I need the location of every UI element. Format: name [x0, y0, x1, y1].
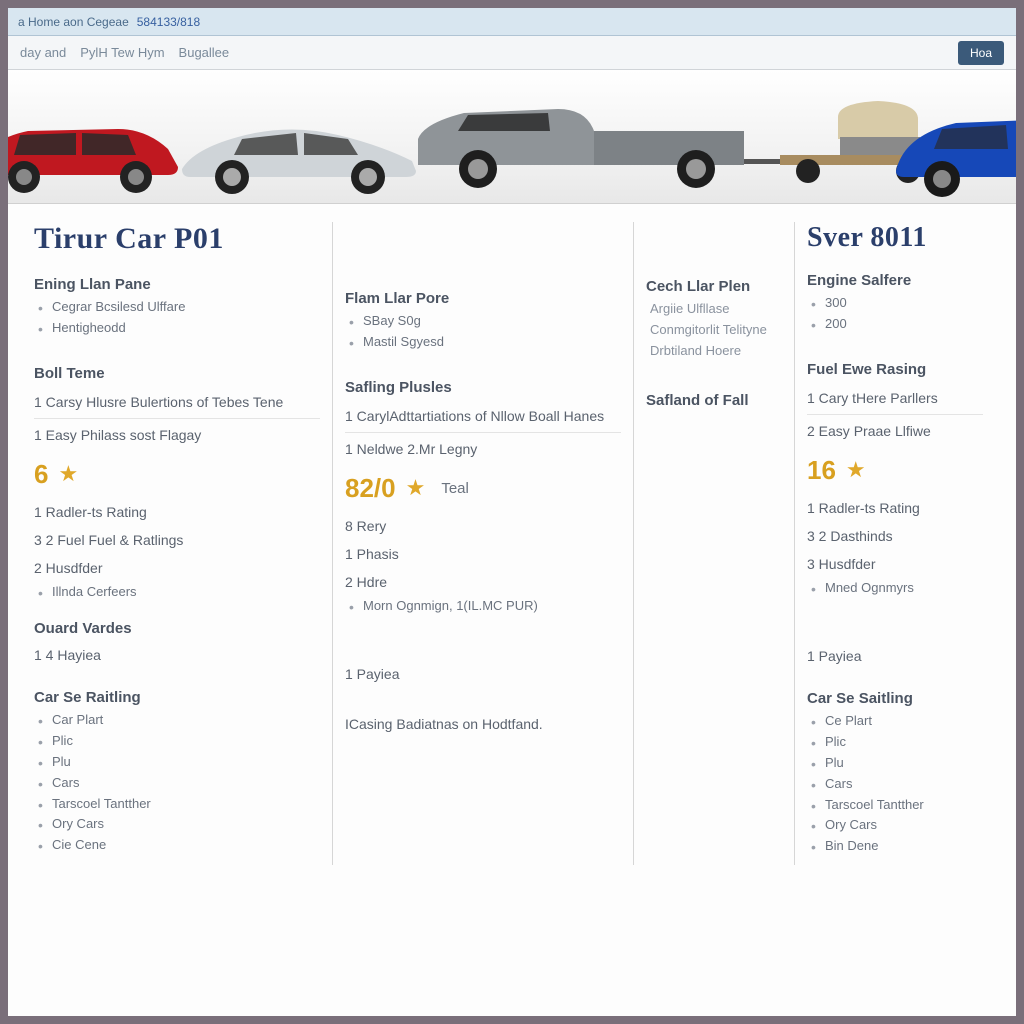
col2-line-3[interactable]: 8 Rery	[345, 512, 621, 540]
col4-rating-number: 16	[807, 455, 836, 486]
nav-link-2[interactable]: PylH Tew Hym	[80, 45, 164, 60]
nav-primary-button[interactable]: Hoa	[958, 41, 1004, 65]
column-model-4: Sver 8011 Engine Salfere 300 200 Fuel Ew…	[795, 222, 995, 865]
col4-s4-item-3[interactable]: Plu	[811, 753, 983, 774]
browser-chrome: a Home aon Cegeae 584133/818	[8, 8, 1016, 36]
nav-link-3[interactable]: Bugallee	[179, 45, 230, 60]
col4-s4-item-2[interactable]: Plic	[811, 732, 983, 753]
col2-line-1[interactable]: 1 CarylAdttartiations of Nllow Boall Han…	[345, 400, 621, 433]
col1-rating-number: 6	[34, 459, 48, 490]
col3-sec1-line-3: Drbtiland Hoere	[646, 341, 782, 362]
column-model-3: Cech Llar Plen Argiie Ulfllase Conmgitor…	[634, 222, 794, 865]
page-title: a Home aon Cegeae	[18, 15, 129, 29]
nav-link-1[interactable]: day and	[20, 45, 66, 60]
model-title-4: Sver 8011	[807, 222, 983, 254]
col4-sec1-item-1: 300	[811, 293, 983, 314]
app-window: a Home aon Cegeae 584133/818 day and Pyl…	[0, 0, 1024, 1024]
star-icon: ★	[58, 461, 78, 487]
col4-line-1[interactable]: 1 Cary tHere Parllers	[807, 382, 983, 415]
col4-s4-item-1[interactable]: Ce Plart	[811, 711, 983, 732]
col1-s4-item-2[interactable]: Plic	[38, 731, 320, 752]
col3-sec1-line-1: Argiie Ulfllase	[646, 299, 782, 320]
vehicle-image-2	[168, 89, 428, 199]
col1-section-2-heading: Boll Teme	[34, 365, 320, 382]
col1-line-2[interactable]: 1 Easy Philass sost Flagay	[34, 419, 320, 451]
vehicle-image-3	[408, 69, 968, 199]
col2-rating-number: 82/0	[345, 473, 396, 504]
column-model-2: Flam Llar Pore SBay S0g Mastil Sgyesd Sa…	[333, 222, 633, 865]
col2-line-4[interactable]: 1 Phasis	[345, 540, 621, 568]
col3-sec1-line-2: Conmgitorlit Telityne	[646, 320, 782, 341]
col1-line-5[interactable]: 2 Husdfder	[34, 554, 320, 582]
col2-line-7: ICasing Badiatnas on Hodtfand.	[345, 710, 621, 738]
col4-line-2[interactable]: 2 Easy Praae Llfiwe	[807, 415, 983, 447]
col1-s4-item-4[interactable]: Cars	[38, 773, 320, 794]
col4-line-6[interactable]: 1 Payiea	[807, 642, 983, 670]
column-model-1: Tirur Car P01 Ening Llan Pane Cegrar Bcs…	[22, 222, 332, 865]
col1-section-1-heading: Ening Llan Pane	[34, 276, 320, 293]
col2-sec1-item-2: Mastil Sgyesd	[349, 332, 621, 353]
vehicle-image-4	[886, 79, 1024, 199]
col2-sec1-item-1: SBay S0g	[349, 311, 621, 332]
col4-line-3[interactable]: 1 Radler-ts Rating	[807, 494, 983, 522]
col2-line-5[interactable]: 2 Hdre	[345, 568, 621, 596]
col1-s4-item-3[interactable]: Plu	[38, 752, 320, 773]
col1-line-1[interactable]: 1 Carsy Hlusre Bulertions of Tebes Tene	[34, 386, 320, 419]
vehicle-hero-strip	[8, 70, 1016, 204]
star-icon: ★	[406, 475, 426, 501]
col2-rating: 82/0 ★ Teal	[345, 465, 621, 512]
col2-section-2-heading: Safling Plusles	[345, 379, 621, 396]
col4-line-5-sub: Mned Ognmyrs	[811, 578, 983, 599]
col1-line-6[interactable]: 1 4 Hayiea	[34, 641, 320, 669]
col1-section-3-heading: Ouard Vardes	[34, 620, 320, 637]
nav-bar: day and PylH Tew Hym Bugallee Hoa	[8, 36, 1016, 70]
col1-sec1-item-2: Hentigheodd	[38, 318, 320, 339]
col1-section-4-heading: Car Se Raitling	[34, 689, 320, 706]
col3-section-1-heading: Cech Llar Plen	[646, 278, 782, 295]
col2-line-5-sub: Morn Ognmign, 1(IL.MC PUR)	[349, 596, 621, 617]
col1-s4-item-6[interactable]: Ory Cars	[38, 814, 320, 835]
col4-section-2-heading: Fuel Ewe Rasing	[807, 361, 983, 378]
col4-section-1-heading: Engine Salfere	[807, 272, 983, 289]
col4-sec1-item-2: 200	[811, 314, 983, 335]
col1-line-5-sub: Illnda Cerfeers	[38, 582, 320, 603]
col4-rating: 16 ★	[807, 447, 983, 494]
col2-line-2[interactable]: 1 Neldwe 2.Mr Legny	[345, 433, 621, 465]
col2-line-6[interactable]: 1 Payiea	[345, 660, 621, 688]
col1-line-4[interactable]: 3 2 Fuel Fuel & Ratlings	[34, 526, 320, 554]
col4-s4-item-7[interactable]: Bin Dene	[811, 836, 983, 857]
col4-section-4-heading: Car Se Saitling	[807, 690, 983, 707]
col1-rating: 6 ★	[34, 451, 320, 498]
col4-s4-item-5[interactable]: Tarscoel Tantther	[811, 795, 983, 816]
col4-line-5[interactable]: 3 Husdfder	[807, 550, 983, 578]
col2-section-1-heading: Flam Llar Pore	[345, 290, 621, 307]
col1-s4-item-7[interactable]: Cie Cene	[38, 835, 320, 856]
col1-s4-item-5[interactable]: Tarscoel Tantther	[38, 794, 320, 815]
address-text: 584133/818	[137, 15, 200, 29]
star-icon: ★	[846, 457, 866, 483]
col3-section-2-heading: Safland of Fall	[646, 392, 782, 409]
comparison-grid: Tirur Car P01 Ening Llan Pane Cegrar Bcs…	[8, 204, 1016, 895]
model-title-1: Tirur Car P01	[34, 222, 320, 256]
col1-s4-item-1[interactable]: Car Plart	[38, 710, 320, 731]
col4-line-4[interactable]: 3 2 Dasthinds	[807, 522, 983, 550]
col2-rating-tag: Teal	[441, 480, 469, 497]
vehicle-image-1	[0, 89, 188, 199]
col1-sec1-item-1: Cegrar Bcsilesd Ulffare	[38, 297, 320, 318]
col4-s4-item-4[interactable]: Cars	[811, 774, 983, 795]
col4-s4-item-6[interactable]: Ory Cars	[811, 815, 983, 836]
col1-line-3[interactable]: 1 Radler-ts Rating	[34, 498, 320, 526]
